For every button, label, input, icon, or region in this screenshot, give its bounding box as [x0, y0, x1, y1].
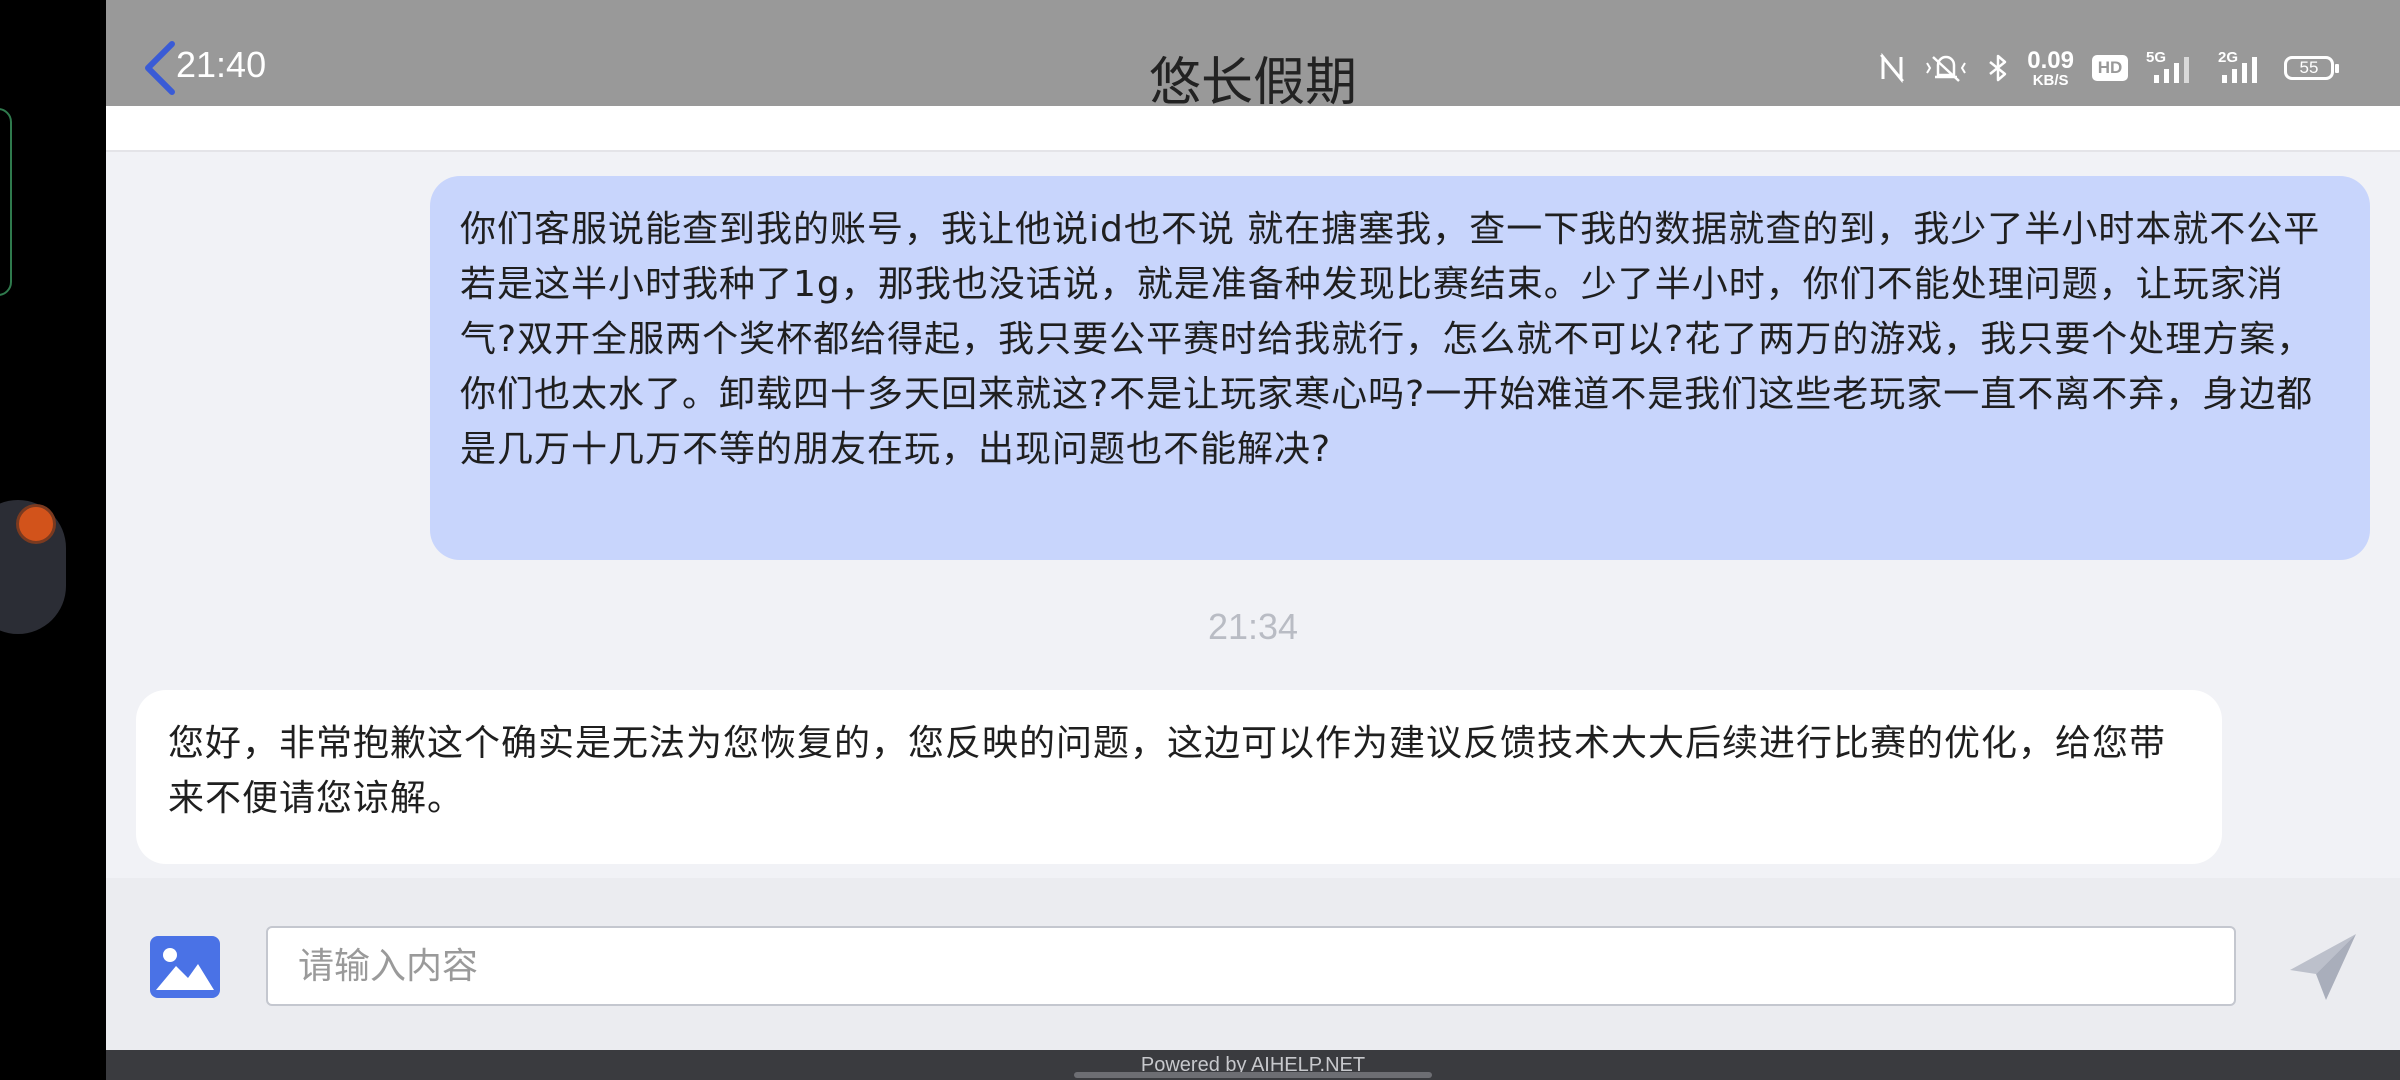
- agent-message-bubble[interactable]: 您好，非常抱歉这个确实是无法为您恢复的，您反映的问题，这边可以作为建议反馈技术大…: [136, 690, 2222, 864]
- speed-value: 0.09: [2027, 46, 2074, 74]
- message-timestamp: 21:34: [1207, 606, 1299, 647]
- input-bar: [106, 878, 2400, 1050]
- battery-level: 55: [2299, 58, 2319, 77]
- bluetooth-icon: [1989, 54, 2007, 82]
- signal-2g: 2G: [2218, 49, 2266, 85]
- hd-badge: HD: [2092, 55, 2128, 81]
- floating-assistant-ball[interactable]: [0, 500, 66, 634]
- send-icon[interactable]: [2286, 930, 2360, 1004]
- header-divider-strip: [106, 106, 2400, 152]
- speed-unit: KB/S: [2032, 71, 2069, 89]
- signal-icon: [2154, 57, 2189, 83]
- chat-app: 21:40 悠长假期 0.09 KB/S HD 5G 2G 55 你们客服说能查…: [106, 0, 2400, 1080]
- nfc-icon: [1880, 53, 1905, 83]
- notification-dot: [16, 504, 56, 544]
- message-text: 你们客服说能查到我的账号，我让他说id也不说 就在搪塞我，查一下我的数据就查的到…: [460, 209, 2321, 470]
- status-icons: 0.09 KB/S HD 5G 2G 55: [1879, 46, 2339, 89]
- message-input[interactable]: [266, 926, 2236, 1006]
- signal-5g: 5G: [2146, 49, 2200, 85]
- edge-panel-handle[interactable]: [0, 108, 12, 296]
- battery-icon: 55: [2284, 56, 2339, 80]
- home-indicator[interactable]: [1074, 1072, 1432, 1078]
- hd-label: HD: [2097, 58, 2123, 77]
- left-system-strip: [0, 0, 106, 1080]
- footer-bar: Powered by AIHELP.NET: [106, 1050, 2400, 1080]
- user-message-bubble[interactable]: 你们客服说能查到我的账号，我让他说id也不说 就在搪塞我，查一下我的数据就查的到…: [430, 176, 2370, 560]
- network-speed: 0.09 KB/S: [2027, 46, 2074, 89]
- mute-vibrate-icon: [1926, 55, 1967, 82]
- signal-icon: [2222, 57, 2257, 83]
- image-icon[interactable]: [150, 936, 220, 998]
- message-text: 您好，非常抱歉这个确实是无法为您恢复的，您反映的问题，这边可以作为建议反馈技术大…: [168, 723, 2167, 819]
- header-bar: 21:40 悠长假期 0.09 KB/S HD 5G 2G 55: [106, 0, 2400, 113]
